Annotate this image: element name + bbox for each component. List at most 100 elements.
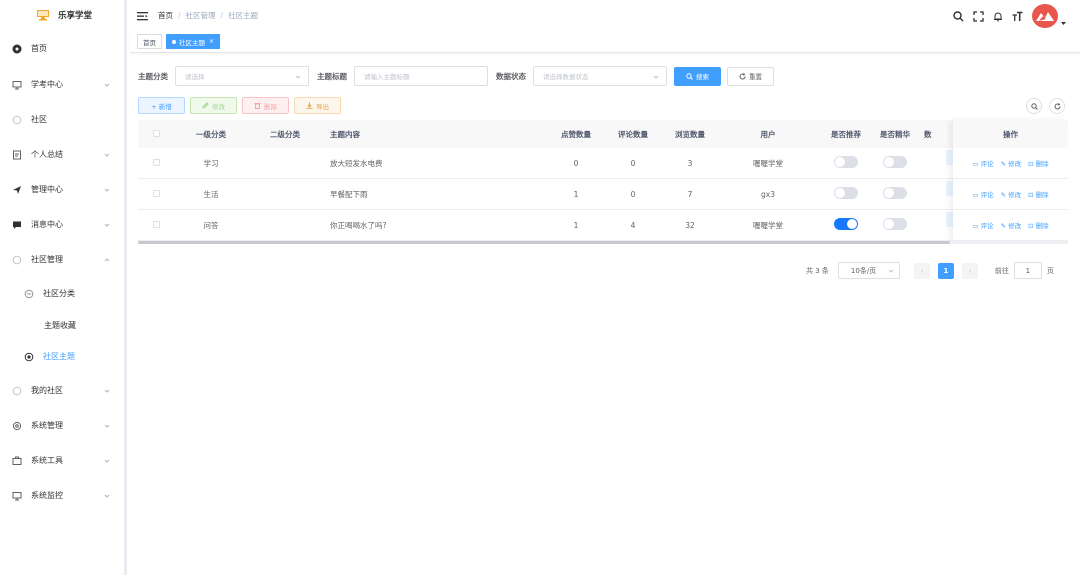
table-header: 一级分类 二级分类 主题内容 点赞数量 评论数量 浏览数量 用户 是否推荐 是否…: [138, 120, 1068, 148]
circle-icon: [12, 386, 22, 396]
sidebar-item-personal-summary[interactable]: 个人总结: [0, 137, 124, 172]
add-button[interactable]: + 新增: [138, 97, 185, 114]
sidebar-item-community-management[interactable]: 社区管理: [0, 242, 124, 277]
row-checkbox[interactable]: [152, 158, 160, 166]
delete-icon: [254, 103, 261, 109]
recommend-switch[interactable]: [834, 156, 858, 168]
title-placeholder: 请输入主题标题: [364, 73, 410, 81]
active-dot-icon: [172, 39, 176, 44]
edit-link-label: 修改: [1008, 160, 1022, 168]
navbar: 首页 / 社区管理 / 社区主题: [130, 0, 1080, 31]
chevron-down-icon: [295, 75, 301, 79]
select-all-checkbox[interactable]: [152, 129, 160, 137]
chevron-up-icon: [104, 257, 110, 261]
search-icon: [686, 72, 693, 80]
export-button[interactable]: 导出: [294, 97, 341, 114]
category-select[interactable]: 请选择: [175, 66, 309, 86]
chevron-down-icon: [104, 494, 110, 498]
featured-switch[interactable]: [883, 156, 907, 168]
search-icon[interactable]: [953, 10, 964, 22]
cell-views: 3: [687, 158, 693, 168]
edit-link[interactable]: ✎ 修改: [1001, 158, 1022, 168]
reset-button[interactable]: 重置: [727, 66, 774, 86]
title-label: 主题标题: [317, 71, 347, 81]
sidebar-item-management-center[interactable]: 管理中心: [0, 172, 124, 207]
tag-home[interactable]: 首页: [137, 34, 162, 49]
fullscreen-icon[interactable]: [973, 10, 984, 22]
prev-page-button[interactable]: ‹: [913, 262, 930, 279]
goto-page-input[interactable]: 1: [1013, 262, 1042, 279]
sidebar-item-topic-favorites[interactable]: 主题收藏: [0, 310, 124, 340]
close-icon[interactable]: ×: [209, 38, 214, 45]
header-clipped: 数: [924, 129, 932, 139]
comment-link[interactable]: ▭ 评论: [972, 158, 993, 168]
settings-icon: [12, 421, 22, 431]
page-size-select[interactable]: 10条/页: [837, 262, 900, 279]
tags-view: 首页 社区主题 ×: [130, 31, 1080, 53]
status-label: 数据状态: [496, 71, 526, 81]
delete-link[interactable]: ⊡ 删除: [1028, 158, 1049, 168]
edit-button[interactable]: 修改: [190, 97, 237, 114]
chevron-down-icon: [653, 75, 659, 79]
cell-user: 喔喔学堂: [753, 158, 783, 168]
search-button[interactable]: 搜索: [674, 66, 721, 86]
comment-link[interactable]: ▭ 评论: [972, 220, 993, 230]
chevron-down-icon: [104, 459, 110, 463]
send-icon: [12, 185, 22, 195]
pagination-total: 共 3 条: [806, 266, 829, 275]
caret-down-icon[interactable]: [1061, 21, 1066, 26]
delete-link[interactable]: ⊡ 删除: [1028, 220, 1049, 230]
toggle-search-button[interactable]: [1026, 98, 1042, 114]
row-checkbox[interactable]: [152, 220, 160, 228]
sidebar-item-message-center[interactable]: 消息中心: [0, 207, 124, 242]
dashboard-icon: [12, 44, 22, 54]
edit-link[interactable]: ✎ 修改: [1001, 189, 1022, 199]
avatar[interactable]: [1032, 4, 1058, 28]
cell-comments: 0: [630, 189, 636, 199]
tag-community-topics[interactable]: 社区主题 ×: [166, 34, 221, 49]
status-select[interactable]: 请选择数据状态: [533, 66, 667, 86]
bell-icon[interactable]: [993, 11, 1003, 22]
row-checkbox[interactable]: [152, 189, 160, 197]
edit-link-label: 修改: [1008, 191, 1022, 199]
sidebar-item-label: 个人总结: [31, 150, 63, 159]
cell-user: gx3: [761, 189, 775, 199]
delete-link-label: 删除: [1035, 222, 1049, 230]
row-actions: ▭ 评论 ✎ 修改 ⊡ 删除: [953, 210, 1068, 241]
horizontal-scrollbar[interactable]: [138, 241, 950, 244]
breadcrumb-item-community-topics: 社区主题: [228, 11, 259, 20]
header-comments: 评论数量: [618, 129, 648, 139]
cell-likes: 1: [573, 220, 579, 230]
refresh-button[interactable]: [1049, 98, 1065, 114]
edit-link-label: 修改: [1008, 222, 1022, 230]
next-page-button[interactable]: ›: [961, 262, 978, 279]
sidebar-item-home[interactable]: 首页: [0, 30, 124, 67]
breadcrumb-item-home[interactable]: 首页: [158, 10, 173, 21]
hamburger-icon[interactable]: [137, 11, 148, 21]
delete-link[interactable]: ⊡ 删除: [1028, 189, 1049, 199]
featured-switch[interactable]: [883, 187, 907, 199]
breadcrumb-separator: /: [220, 11, 224, 20]
title-input[interactable]: 请输入主题标题: [354, 66, 488, 86]
featured-switch[interactable]: [883, 218, 907, 230]
cell-content: 放大短发水电费: [330, 158, 383, 168]
sidebar-item-system-management[interactable]: 系统管理: [0, 408, 124, 443]
sidebar-item-community-category[interactable]: 社区分类: [0, 277, 124, 310]
category-label: 主题分类: [138, 71, 168, 81]
sidebar-item-my-community[interactable]: 我的社区: [0, 373, 124, 408]
page-number-button[interactable]: 1: [937, 262, 954, 279]
recommend-switch[interactable]: [834, 187, 858, 199]
delete-button[interactable]: 删除: [242, 97, 289, 114]
sidebar-item-system-monitor[interactable]: 系统监控: [0, 478, 124, 513]
sidebar-item-community-topics[interactable]: 社区主题: [0, 340, 124, 373]
sidebar-item-community[interactable]: 社区: [0, 102, 124, 137]
recommend-switch[interactable]: [834, 218, 858, 230]
comment-link[interactable]: ▭ 评论: [972, 189, 993, 199]
sidebar-item-exam-center[interactable]: 学考中心: [0, 67, 124, 102]
sidebar-item-system-tools[interactable]: 系统工具: [0, 443, 124, 478]
edit-link[interactable]: ✎ 修改: [1001, 220, 1022, 230]
font-size-icon[interactable]: [1012, 11, 1023, 22]
page-size-value: 10条/页: [850, 266, 877, 275]
add-button-label: + 新增: [151, 102, 172, 111]
chevron-down-icon: [888, 269, 894, 273]
